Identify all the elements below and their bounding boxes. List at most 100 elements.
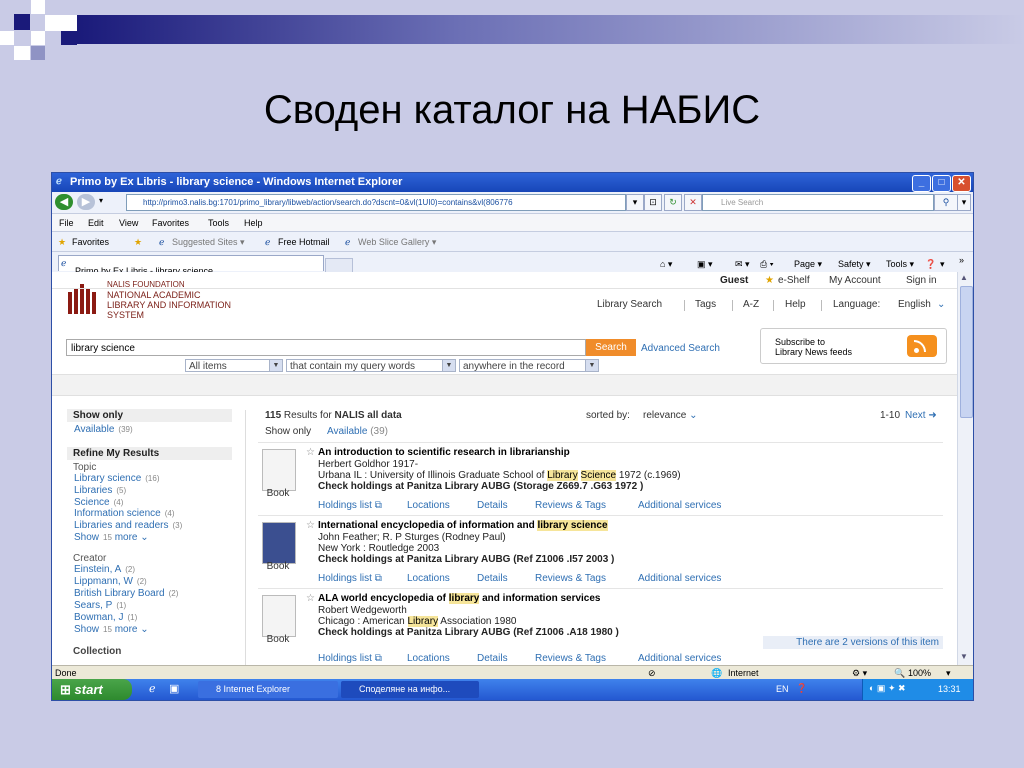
print-icon[interactable]: ⎙ ▾ [760, 259, 773, 270]
record-title[interactable]: An introduction to scientific research i… [318, 447, 570, 458]
taskbar-ppt-button[interactable]: Споделяне на инфо... [341, 681, 479, 698]
eshelf-link[interactable]: e-Shelf [778, 275, 810, 286]
search-options-icon[interactable]: ▾ [957, 194, 971, 211]
facet-creator[interactable]: Bowman, J (1) [74, 612, 137, 623]
help-menu[interactable]: ▾ [940, 259, 945, 270]
library-search-link[interactable]: Library Search [597, 299, 662, 310]
chevron-down-icon[interactable]: ⌄ [937, 299, 945, 310]
facet-creator[interactable]: British Library Board (2) [74, 588, 178, 599]
locations-link[interactable]: Locations [407, 500, 450, 511]
encyclopedia-cover-icon[interactable] [262, 522, 296, 564]
additional-services-link[interactable]: Additional services [638, 500, 721, 511]
zoom-icon[interactable]: 🔍 [894, 668, 905, 679]
field-select[interactable]: anywhere in the record ▼ [459, 359, 599, 372]
menu-tools[interactable]: Tools [208, 218, 229, 228]
menu-help[interactable]: Help [244, 218, 263, 228]
maximize-button[interactable]: □ [932, 175, 951, 192]
more-commands-icon[interactable]: » [959, 255, 964, 265]
address-input[interactable]: http://primo3.nalis.bg:1701/primo_librar… [126, 194, 626, 211]
facet-topic[interactable]: Libraries and readers (3) [74, 520, 182, 531]
scrollbar-thumb[interactable] [960, 286, 973, 418]
locations-link[interactable]: Locations [407, 573, 450, 584]
advanced-search-link[interactable]: Advanced Search [641, 343, 720, 354]
holdings-list-link[interactable]: Holdings list ⧉ [318, 573, 382, 584]
details-link[interactable]: Details [477, 573, 508, 584]
reviews-tags-link[interactable]: Reviews & Tags [535, 573, 606, 584]
help-icon[interactable]: ❓ [925, 259, 936, 270]
add-to-eshelf-star-icon[interactable]: ☆ [306, 520, 315, 531]
reviews-tags-link[interactable]: Reviews & Tags [535, 653, 606, 664]
details-link[interactable]: Details [477, 653, 508, 664]
additional-services-link[interactable]: Additional services [638, 573, 721, 584]
language-indicator[interactable]: EN [776, 684, 789, 694]
holdings-list-link[interactable]: Holdings list ⧉ [318, 500, 382, 511]
taskbar-ie-button[interactable]: 8 Internet Explorer [198, 681, 338, 698]
back-arrow-icon[interactable]: ◀ [55, 194, 73, 210]
scope-select[interactable]: All items ▼ [185, 359, 283, 372]
book-icon[interactable] [262, 595, 296, 637]
scroll-up-icon[interactable]: ▲ [960, 273, 968, 282]
az-link[interactable]: A-Z [743, 299, 759, 310]
holdings-list-link[interactable]: Holdings list ⧉ [318, 653, 382, 664]
stop-icon[interactable]: ✕ [684, 194, 702, 211]
menu-favorites[interactable]: Favorites [152, 218, 189, 228]
facet-creator[interactable]: Sears, P (1) [74, 600, 126, 611]
live-search-input[interactable]: Live Search [702, 194, 934, 211]
facet-topic[interactable]: Library science (16) [74, 473, 160, 484]
versions-link[interactable]: There are 2 versions of this item [763, 636, 943, 649]
forward-arrow-icon[interactable]: ▶ [77, 194, 95, 210]
history-dropdown-icon[interactable]: ▾ [99, 196, 103, 205]
facet-topic[interactable]: Information science (4) [74, 508, 175, 519]
favorites-button[interactable]: Favorites [72, 237, 109, 247]
suggested-sites-link[interactable]: Suggested Sites ▾ [172, 237, 245, 248]
precision-select[interactable]: that contain my query words ▼ [286, 359, 456, 372]
facet-topic[interactable]: Libraries (5) [74, 485, 126, 496]
feeds-icon[interactable]: ▣ ▾ [697, 259, 713, 270]
free-hotmail-link[interactable]: Free Hotmail [278, 237, 330, 247]
search-icon[interactable]: ⚲ [934, 194, 958, 211]
language-select[interactable]: English [898, 299, 931, 310]
sign-in-link[interactable]: Sign in [906, 275, 937, 286]
page-menu[interactable]: Page ▾ [794, 259, 822, 270]
compat-view-icon[interactable]: ⊡ [644, 194, 662, 211]
details-link[interactable]: Details [477, 500, 508, 511]
quicklaunch-desktop-icon[interactable]: ▣ [169, 682, 179, 695]
tab-primo[interactable]: Primo by Ex Libris - library science [58, 255, 324, 276]
page-scrollbar[interactable]: ▲ ▼ [957, 272, 973, 665]
topic-show-more[interactable]: Show 15 more ⌄ [74, 532, 149, 543]
minimize-button[interactable]: _ [912, 175, 931, 192]
help-link[interactable]: Help [785, 299, 806, 310]
search-input[interactable]: library science [66, 339, 586, 356]
rss-feed-icon[interactable] [907, 335, 937, 357]
start-button[interactable]: ⊞ start [52, 679, 132, 700]
locations-link[interactable]: Locations [407, 653, 450, 664]
add-to-eshelf-star-icon[interactable]: ☆ [306, 593, 315, 604]
facet-creator[interactable]: Lippmann, W (2) [74, 576, 147, 587]
rss-subscribe-box[interactable]: Subscribe to Library News feeds [760, 328, 947, 364]
address-dropdown-button[interactable]: ▾ [626, 194, 644, 211]
my-account-link[interactable]: My Account [829, 275, 881, 286]
tags-link[interactable]: Tags [695, 299, 716, 310]
record-title[interactable]: ALA world encyclopedia of library and in… [318, 593, 601, 604]
zoom-dropdown-icon[interactable]: ▾ [946, 668, 951, 679]
add-to-eshelf-star-icon[interactable]: ☆ [306, 447, 315, 458]
privacy-icon[interactable]: ⊘ [648, 668, 656, 679]
tray-icons[interactable]: ◐ ▣ ✦ ✖ [869, 683, 906, 694]
reviews-tags-link[interactable]: Reviews & Tags [535, 500, 606, 511]
available-filter-link[interactable]: Available (39) [327, 426, 388, 437]
home-icon[interactable]: ⌂ ▾ [660, 259, 672, 270]
search-button[interactable]: Search [586, 339, 636, 356]
facet-creator[interactable]: Einstein, A (2) [74, 564, 135, 575]
add-favorite-icon[interactable]: ★ [134, 237, 142, 248]
facet-available[interactable]: Available (39) [74, 424, 133, 435]
creator-show-more[interactable]: Show 15 more ⌄ [74, 624, 149, 635]
facet-topic[interactable]: Science (4) [74, 497, 123, 508]
sort-select[interactable]: relevance ⌄ [643, 410, 698, 421]
refresh-icon[interactable]: ↻ [664, 194, 682, 211]
record-title[interactable]: International encyclopedia of informatio… [318, 520, 608, 531]
quicklaunch-ie-icon[interactable]: ℯ [149, 682, 156, 695]
menu-edit[interactable]: Edit [88, 218, 104, 228]
tools-menu[interactable]: Tools ▾ [886, 259, 914, 270]
new-tab-button[interactable] [325, 258, 353, 273]
zoom-level[interactable]: 100% [908, 668, 931, 678]
